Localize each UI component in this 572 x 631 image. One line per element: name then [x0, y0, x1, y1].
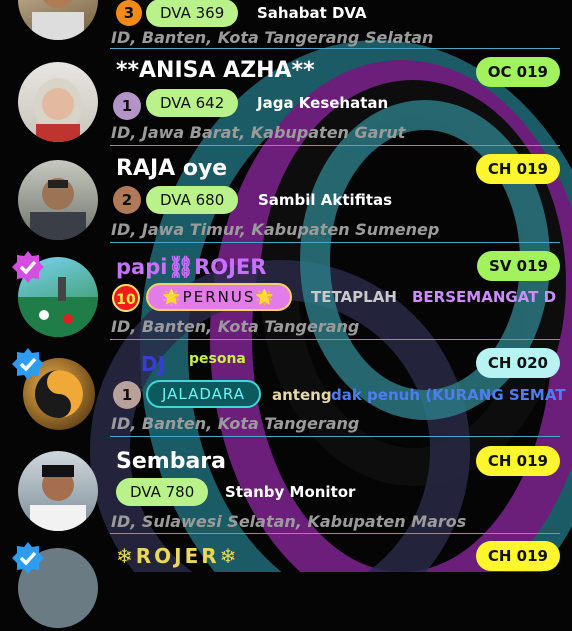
level-badge: 2: [113, 186, 141, 214]
list-item[interactable]: **ANISA AZHA** OC 019 1 DVA 642 Jaga Kes…: [0, 49, 572, 146]
list-item[interactable]: DJ pesona CH 020 1 JALADARA anteng dak p…: [0, 340, 572, 437]
channel-badge: OC 019: [475, 57, 560, 87]
user-name: **ANISA AZHA**: [116, 58, 315, 83]
channel-badge: CH 019: [475, 541, 560, 571]
channel-badge: SV 019: [477, 251, 560, 281]
status-text-2: BERSEMANGAT D: [412, 288, 557, 306]
status-text: Jaga Kesehatan: [257, 94, 389, 112]
user-name: RAJA oye: [116, 156, 228, 181]
status-text-2: dak penuh (KURANG SEMAT: [331, 386, 566, 404]
list-item[interactable]: ❄ROJER❄ CH 019: [0, 534, 572, 631]
list-item[interactable]: RAJA oye CH 019 2 DVA 680 Sambil Aktifit…: [0, 146, 572, 243]
channel-badge: CH 019: [475, 154, 560, 184]
location-text: ID, Banten, Kota Tangerang Selatan: [111, 28, 434, 47]
rank-pill: DVA 369: [146, 0, 239, 27]
location-text: ID, Jawa Timur, Kabupaten Sumenep: [111, 220, 440, 239]
list-item[interactable]: Sembara CH 019 DVA 780 Stanby Monitor ID…: [0, 437, 572, 534]
status-text: Sambil Aktifitas: [258, 191, 393, 209]
location-text: ID, Banten, Kota Tangerang: [111, 414, 360, 433]
verified-icon: [11, 250, 45, 284]
status-text: Stanby Monitor: [225, 483, 356, 501]
rank-pill: DVA 780: [116, 478, 209, 506]
status-text: anteng: [272, 386, 332, 404]
location-text: ID, Banten, Kota Tangerang: [111, 317, 360, 336]
location-text: ID, Sulawesi Selatan, Kabupaten Maros: [111, 512, 467, 531]
user-name: ❄ROJER❄: [116, 544, 240, 568]
avatar: [18, 62, 98, 142]
verified-icon: [11, 347, 45, 381]
status-text: Sahabat DVA: [257, 4, 367, 22]
avatar: [18, 0, 98, 40]
rank-pill: DVA 680: [146, 186, 239, 214]
user-name-suffix: pesona: [189, 351, 246, 367]
location-text: ID, Jawa Barat, Kabupaten Garut: [111, 123, 406, 142]
list-item[interactable]: 3 DVA 369 Sahabat DVA ID, Banten, Kota T…: [0, 0, 572, 48]
rank-pill: DVA 642: [146, 89, 239, 117]
verified-icon: [11, 541, 45, 575]
rank-pill: 🌟PERNUS🌟: [146, 283, 293, 311]
user-name: papi⛓ROJER: [116, 255, 267, 279]
avatar: [18, 451, 98, 531]
avatar: [18, 160, 98, 240]
channel-badge: CH 019: [475, 446, 560, 476]
list-item[interactable]: papi⛓ROJER SV 019 10 🌟PERNUS🌟 TETAPLAH B…: [0, 243, 572, 340]
level-badge: 1: [113, 381, 141, 409]
status-text: TETAPLAH: [311, 288, 397, 306]
user-name: Sembara: [116, 449, 226, 474]
rank-pill: JALADARA: [146, 380, 262, 408]
level-badge: 1: [113, 92, 141, 120]
level-badge: 3: [116, 0, 142, 26]
user-name: DJ: [141, 352, 166, 376]
channel-badge: CH 020: [475, 348, 560, 378]
level-badge: 10: [112, 284, 140, 312]
